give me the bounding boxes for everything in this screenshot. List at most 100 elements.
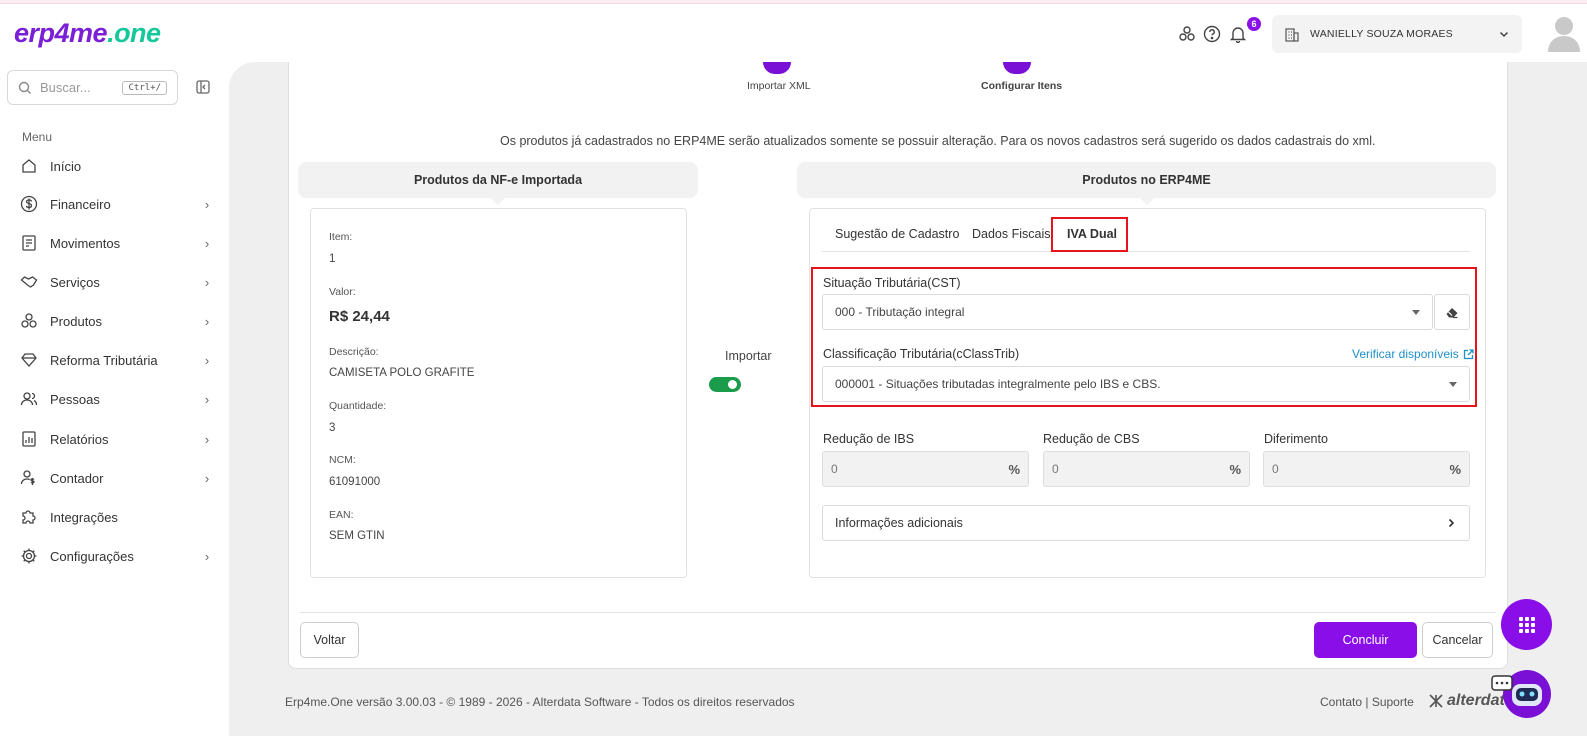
bell-icon[interactable] bbox=[1228, 24, 1248, 44]
sidebar-item-reforma-tributaria[interactable]: Reforma Tributária › bbox=[18, 345, 214, 375]
back-button[interactable]: Voltar bbox=[300, 622, 359, 658]
caret-down-icon bbox=[1412, 309, 1420, 315]
step-label-configurar-itens: Configurar Itens bbox=[981, 80, 1063, 92]
chevron-down-icon bbox=[1499, 31, 1509, 38]
chevron-right-icon: › bbox=[204, 391, 210, 407]
sidebar-item-label: Produtos bbox=[50, 313, 103, 329]
cclasstrib-select[interactable]: 000001 - Situações tributadas integralme… bbox=[822, 366, 1470, 402]
chatbot-icon bbox=[1491, 670, 1551, 718]
descricao-label: Descrição: bbox=[329, 346, 379, 358]
sidebar-item-pessoas[interactable]: Pessoas › bbox=[18, 384, 214, 414]
chevron-right-icon bbox=[1448, 518, 1455, 528]
user-name: WANIELLY SOUZA MORAES bbox=[1310, 28, 1453, 40]
tabs-divider bbox=[822, 251, 1470, 252]
sidebar-item-integracoes[interactable]: Integrações bbox=[18, 502, 214, 532]
cst-value: 000 - Tributação integral bbox=[835, 305, 965, 319]
sidebar-item-label: Contador bbox=[50, 470, 104, 486]
actions-divider bbox=[300, 612, 1496, 613]
sidebar-item-relatorios[interactable]: Relatórios › bbox=[18, 424, 214, 454]
chevron-right-icon: › bbox=[204, 548, 210, 564]
item-label: Item: bbox=[329, 231, 353, 243]
chevron-right-icon: › bbox=[204, 235, 210, 251]
footer-copyright: Erp4me.One versão 3.00.03 - © 1989 - 202… bbox=[285, 695, 795, 709]
cst-label: Situação Tributária(CST) bbox=[823, 276, 961, 290]
chevron-right-icon: › bbox=[204, 274, 210, 290]
sidebar-item-label: Integrações bbox=[50, 509, 118, 525]
verificar-disponiveis-label: Verificar disponíveis bbox=[1352, 347, 1459, 361]
boxes-icon bbox=[18, 310, 40, 332]
sidebar-item-label: Movimentos bbox=[50, 235, 121, 251]
movements-icon bbox=[18, 232, 40, 254]
valor-label: Valor: bbox=[329, 286, 356, 298]
percent-suffix: % bbox=[1449, 461, 1461, 477]
descricao-value: CAMISETA POLO GRAFITE bbox=[329, 367, 475, 379]
clear-cst-button[interactable] bbox=[1434, 294, 1470, 330]
quantidade-label: Quantidade: bbox=[329, 400, 387, 412]
chevron-right-icon: › bbox=[204, 352, 210, 368]
user-selector[interactable]: WANIELLY SOUZA MORAES bbox=[1272, 15, 1522, 53]
sidebar-item-label: Relatórios bbox=[50, 431, 109, 447]
additional-info-accordion[interactable]: Informações adicionais bbox=[822, 505, 1470, 541]
reducao-cbs-input: 0 % bbox=[1043, 451, 1250, 487]
notification-badge: 6 bbox=[1247, 17, 1261, 31]
additional-info-label: Informações adicionais bbox=[835, 516, 963, 530]
search-icon bbox=[18, 81, 31, 94]
sidebar-item-label: Financeiro bbox=[50, 196, 111, 212]
finish-button[interactable]: Concluir bbox=[1314, 622, 1417, 658]
percent-suffix: % bbox=[1008, 461, 1020, 477]
sidebar-item-movimentos[interactable]: Movimentos › bbox=[18, 228, 214, 258]
ean-value: SEM GTIN bbox=[329, 530, 385, 542]
sidebar-item-servicos[interactable]: Serviços › bbox=[18, 267, 214, 297]
tab-dados-fiscais[interactable]: Dados Fiscais bbox=[972, 227, 1051, 241]
external-link-icon bbox=[1463, 348, 1474, 359]
quantidade-value: 3 bbox=[329, 422, 336, 434]
sidebar-item-contador[interactable]: Contador › bbox=[18, 463, 214, 493]
diamond-icon bbox=[18, 349, 40, 371]
import-label: Importar bbox=[725, 349, 772, 363]
valor-value: R$ 24,44 bbox=[329, 308, 390, 325]
search-placeholder: Buscar... bbox=[40, 80, 91, 95]
reducao-ibs-label: Redução de IBS bbox=[823, 432, 915, 446]
cancel-button[interactable]: Cancelar bbox=[1422, 622, 1493, 658]
search-input[interactable]: Buscar... Ctrl+/ bbox=[7, 70, 178, 105]
chevron-right-icon: › bbox=[204, 196, 210, 212]
import-toggle[interactable] bbox=[709, 377, 741, 392]
diferimento-value: 0 bbox=[1272, 462, 1279, 476]
people-icon bbox=[18, 388, 40, 410]
sidebar-collapse-icon[interactable] bbox=[196, 80, 210, 94]
sidebar-item-produtos[interactable]: Produtos › bbox=[18, 306, 214, 336]
help-icon[interactable] bbox=[1202, 24, 1222, 44]
app-logo[interactable]: erp4me.one bbox=[14, 18, 161, 49]
sidebar-item-configuracoes[interactable]: Configurações › bbox=[18, 541, 214, 571]
home-icon bbox=[18, 155, 40, 177]
footer-links[interactable]: Contato | Suporte bbox=[1320, 695, 1414, 709]
apps-icon[interactable] bbox=[1177, 24, 1197, 44]
toggle-knob bbox=[728, 380, 737, 389]
tab-sugestao-cadastro[interactable]: Sugestão de Cadastro bbox=[835, 227, 959, 241]
diferimento-label: Diferimento bbox=[1264, 432, 1328, 446]
caret-down-icon bbox=[1449, 381, 1457, 387]
sidebar-item-label: Reforma Tributária bbox=[50, 352, 158, 368]
reducao-ibs-value: 0 bbox=[831, 462, 838, 476]
item-value: 1 bbox=[329, 253, 336, 265]
ean-label: EAN: bbox=[329, 509, 354, 521]
apps-grid-button[interactable] bbox=[1501, 599, 1552, 650]
chatbot-button[interactable] bbox=[1491, 668, 1553, 720]
chevron-right-icon: › bbox=[204, 313, 210, 329]
sidebar-item-financeiro[interactable]: Financeiro › bbox=[18, 189, 214, 219]
accountant-icon bbox=[18, 467, 40, 489]
cst-select[interactable]: 000 - Tributação integral bbox=[822, 294, 1433, 330]
verificar-disponiveis-link[interactable]: Verificar disponíveis bbox=[1352, 347, 1474, 361]
step-label-importar-xml: Importar XML bbox=[747, 80, 811, 92]
sidebar-item-inicio[interactable]: Início bbox=[18, 151, 214, 181]
report-icon bbox=[18, 428, 40, 450]
menu-title: Menu bbox=[22, 130, 53, 144]
avatar[interactable] bbox=[1546, 14, 1582, 52]
percent-suffix: % bbox=[1229, 461, 1241, 477]
sidebar-item-label: Início bbox=[50, 158, 82, 174]
erp-products-header: Produtos no ERP4ME bbox=[797, 162, 1496, 205]
search-shortcut: Ctrl+/ bbox=[122, 80, 167, 95]
nfe-products-header: Produtos da NF-e Importada bbox=[298, 162, 698, 205]
top-strip bbox=[0, 0, 1587, 4]
ncm-value: 61091000 bbox=[329, 476, 381, 488]
